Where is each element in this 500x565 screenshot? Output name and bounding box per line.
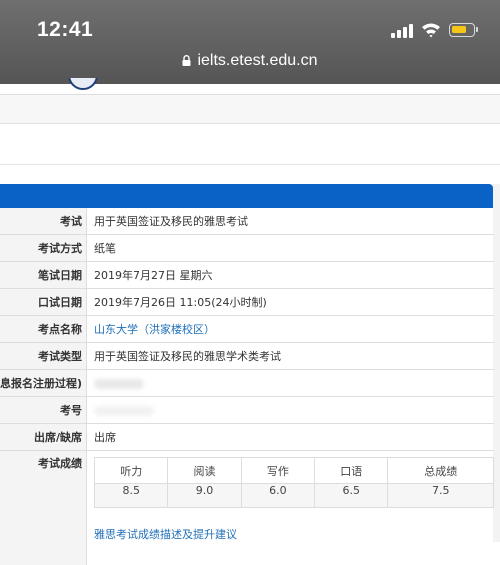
- table-row: 考号: [0, 396, 495, 424]
- row-label: 笔试日期: [0, 261, 88, 289]
- row-label: 口试日期: [0, 288, 88, 316]
- wifi-icon: [422, 23, 440, 38]
- battery-icon: [449, 23, 478, 37]
- results-panel-header: [0, 184, 493, 208]
- row-label: 考试类型: [0, 342, 88, 370]
- row-value: 2019年7月27日 星期六: [86, 261, 495, 289]
- score-header: 听力: [94, 457, 169, 484]
- browser-top-bar: 12:41 ielts.etest.edu.cn: [0, 0, 500, 84]
- row-label: 考点名称: [0, 315, 88, 343]
- site-logo: [68, 78, 100, 92]
- row-label: 息报名注册过程): [0, 369, 88, 397]
- page-edge: [493, 184, 500, 542]
- row-label: 考试: [0, 208, 88, 235]
- score-value: 8.5: [94, 483, 169, 508]
- test-centre-link[interactable]: 山东大学（洪家楼校区）: [94, 323, 215, 336]
- table-row: 考试类型 用于英国签证及移民的雅思学术类考试: [0, 342, 495, 370]
- row-label: 考号: [0, 396, 88, 424]
- status-time: 12:41: [37, 18, 94, 41]
- score-value: 9.0: [167, 483, 242, 508]
- nav-strip: [0, 95, 500, 124]
- address-bar[interactable]: ielts.etest.edu.cn: [0, 52, 500, 74]
- score-header: 总成绩: [387, 457, 495, 484]
- score-value: 6.5: [314, 483, 389, 508]
- url-text: ielts.etest.edu.cn: [197, 52, 318, 69]
- row-label: 考试方式: [0, 234, 88, 262]
- score-advice-link[interactable]: 雅思考试成绩描述及提升建议: [94, 526, 494, 542]
- table-row: 考试成绩 听力 阅读 写作 口语 总成绩 8.5 9.0 6.0 6.5 7.5: [0, 450, 495, 565]
- table-row: 笔试日期 2019年7月27日 星期六: [0, 261, 495, 289]
- table-row: 息报名注册过程): [0, 369, 495, 397]
- row-label: 考试成绩: [0, 450, 88, 565]
- cellular-signal-icon: [391, 24, 415, 38]
- table-row: 出席/缺席 出席: [0, 423, 495, 451]
- row-value: 2019年7月26日 11:05(24小时制): [86, 288, 495, 316]
- row-value: 用于英国签证及移民的雅思学术类考试: [86, 342, 495, 370]
- score-header: 写作: [240, 457, 316, 484]
- row-value: 纸笔: [86, 234, 495, 262]
- table-row: 考试方式 纸笔: [0, 234, 495, 262]
- lock-icon: [182, 55, 191, 66]
- score-header: 阅读: [167, 457, 242, 484]
- table-row: 考点名称 山东大学（洪家楼校区）: [0, 315, 495, 343]
- content-strip: [0, 124, 500, 165]
- score-value: 6.0: [240, 483, 316, 508]
- score-header: 口语: [314, 457, 389, 484]
- score-value: 7.5: [387, 483, 495, 508]
- redacted-candidate-number: [94, 405, 155, 416]
- row-label: 出席/缺席: [0, 423, 88, 451]
- score-table: 听力 阅读 写作 口语 总成绩 8.5 9.0 6.0 6.5 7.5: [94, 457, 495, 508]
- redacted-registration-value: [94, 378, 145, 389]
- exam-details-table: 考试 用于英国签证及移民的雅思考试 考试方式 纸笔 笔试日期 2019年7月27…: [0, 208, 495, 565]
- table-row: 考试 用于英国签证及移民的雅思考试: [0, 208, 495, 235]
- table-row: 口试日期 2019年7月26日 11:05(24小时制): [0, 288, 495, 316]
- row-value: 出席: [86, 423, 495, 451]
- row-value: 用于英国签证及移民的雅思考试: [86, 208, 495, 235]
